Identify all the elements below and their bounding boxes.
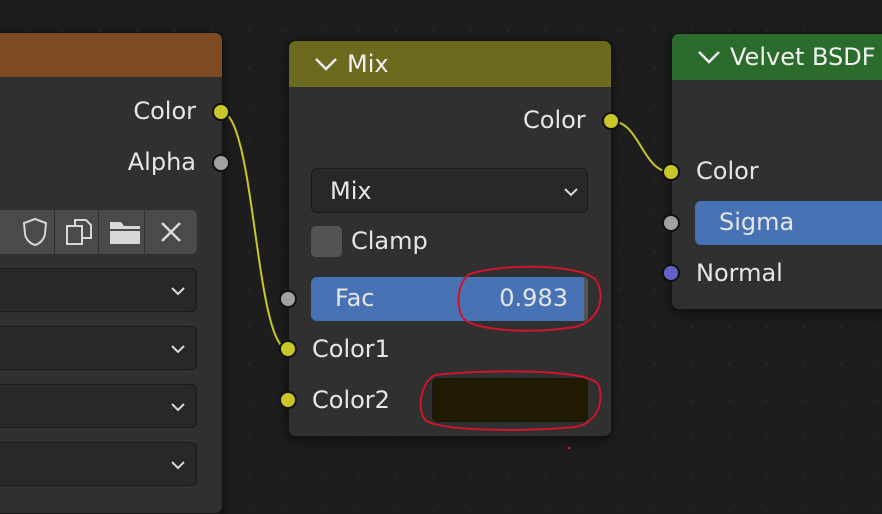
velvet-normal-label: Normal	[696, 259, 783, 287]
velvet-sigma-label: Sigma	[719, 208, 795, 236]
velvet-node-title: Velvet BSDF	[730, 43, 876, 71]
velvet-color-label: Color	[696, 157, 759, 185]
annotation-circle-fac	[457, 265, 602, 332]
velvet-color-socket[interactable]	[662, 163, 680, 181]
annotation-dot	[567, 446, 571, 450]
velvet-sigma-socket[interactable]	[662, 214, 680, 232]
annotation-circle-color2	[419, 370, 602, 431]
collapse-chevron-icon[interactable]	[696, 47, 722, 67]
velvet-normal-socket[interactable]	[662, 264, 680, 282]
velvet-node-header[interactable]: Velvet BSDF	[672, 34, 882, 80]
